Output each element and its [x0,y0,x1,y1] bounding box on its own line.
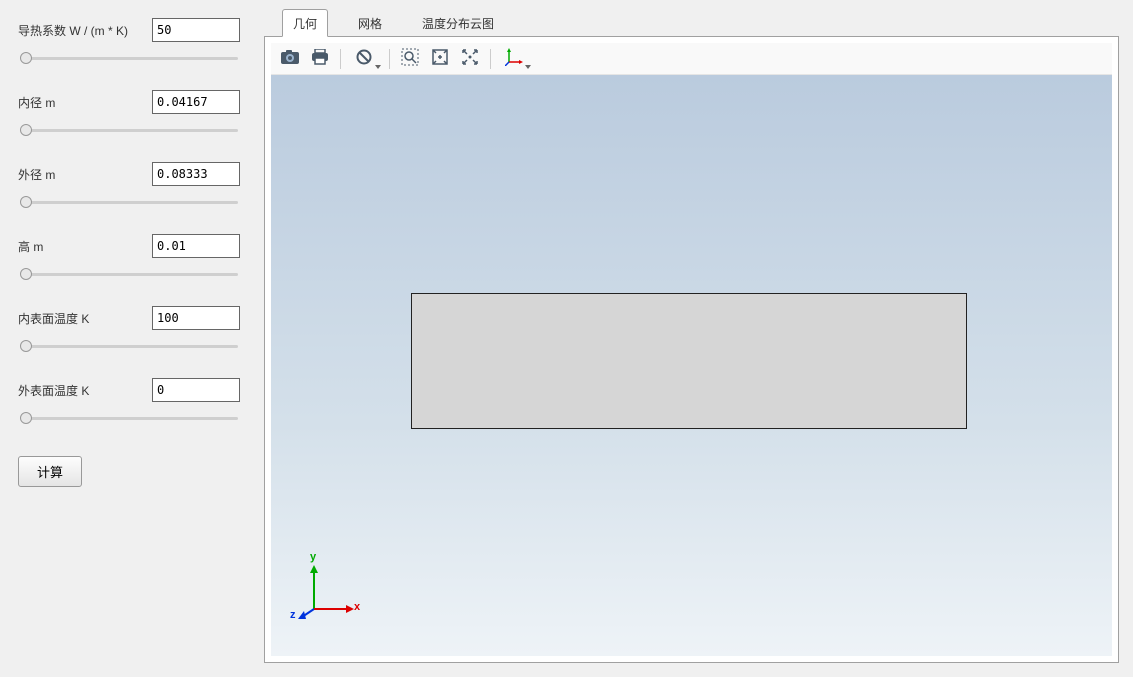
axis-triad-big: y x z [296,561,356,621]
axis-triad-icon [505,48,523,69]
inner-radius-row: 内径 m [18,90,240,114]
print-button[interactable] [307,46,333,72]
inner-temp-slider[interactable] [18,338,240,354]
zoom-extents-icon [431,48,449,69]
height-row: 高 m [18,234,240,258]
inner-temp-input[interactable] [152,306,240,330]
tab-mesh[interactable]: 网格 [348,10,392,36]
outer-temp-slider[interactable] [18,410,240,426]
toolbar-separator [490,49,491,69]
center-button[interactable] [457,46,483,72]
axis-y-label: y [310,551,316,563]
slider-thumb[interactable] [20,124,32,136]
center-icon [461,48,479,69]
tab-content: y x z [264,36,1119,663]
toolbar-separator [340,49,341,69]
geometry-rectangle[interactable] [411,293,967,429]
viewport-toolbar [271,43,1112,75]
view-reset-icon [356,49,372,68]
slider-thumb[interactable] [20,340,32,352]
slider-thumb[interactable] [20,268,32,280]
thermal-conductivity-label: 导热系数 W / (m * K) [18,22,134,39]
slider-thumb[interactable] [20,196,32,208]
axis-x-label: x [354,601,360,613]
inner-radius-label: 内径 m [18,94,61,111]
outer-temp-input[interactable] [152,378,240,402]
outer-radius-input[interactable] [152,162,240,186]
tab-bar: 几何 网格 温度分布云图 [264,10,1119,36]
viewport-canvas[interactable]: y x z [271,75,1112,656]
toolbar-separator [389,49,390,69]
zoom-box-icon [401,48,419,69]
chevron-down-icon [375,65,381,69]
outer-temp-row: 外表面温度 K [18,378,240,402]
outer-radius-row: 外径 m [18,162,240,186]
inner-radius-input[interactable] [152,90,240,114]
outer-radius-label: 外径 m [18,166,61,183]
inner-temp-row: 内表面温度 K [18,306,240,330]
height-slider[interactable] [18,266,240,282]
thermal-conductivity-input[interactable] [152,18,240,42]
viewport-panel: 几何 网格 温度分布云图 [254,0,1133,677]
tab-geometry[interactable]: 几何 [282,9,328,37]
zoom-extents-button[interactable] [427,46,453,72]
print-icon [311,49,329,68]
zoom-box-button[interactable] [397,46,423,72]
thermal-conductivity-slider[interactable] [18,50,240,66]
snapshot-button[interactable] [277,46,303,72]
tab-contour[interactable]: 温度分布云图 [412,10,504,36]
outer-temp-label: 外表面温度 K [18,382,95,399]
compute-button[interactable]: 计算 [18,456,82,487]
chevron-down-icon [525,65,531,69]
axis-z-label: z [290,609,296,621]
slider-thumb[interactable] [20,412,32,424]
inner-temp-label: 内表面温度 K [18,310,95,327]
view-reset-button[interactable] [348,46,382,72]
thermal-conductivity-slider-row [18,50,240,66]
height-label: 高 m [18,238,49,255]
parameter-panel: 导热系数 W / (m * K) 内径 m 外径 m 高 m [0,0,254,677]
snapshot-icon [281,50,299,67]
slider-thumb[interactable] [20,52,32,64]
height-input[interactable] [152,234,240,258]
axis-triad-button[interactable] [498,46,532,72]
inner-radius-slider[interactable] [18,122,240,138]
thermal-conductivity-row: 导热系数 W / (m * K) [18,18,240,42]
outer-radius-slider[interactable] [18,194,240,210]
